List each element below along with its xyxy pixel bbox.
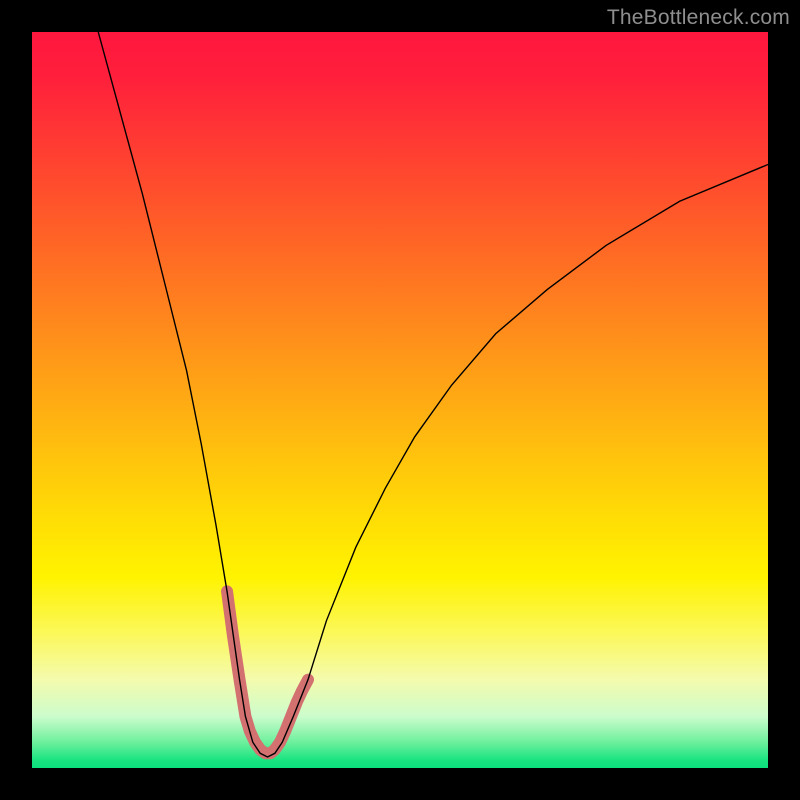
chart-svg (32, 32, 768, 768)
watermark-text: TheBottleneck.com (607, 6, 790, 30)
bottleneck-curve (98, 32, 768, 757)
chart-frame: TheBottleneck.com (0, 0, 800, 800)
plot-area (32, 32, 768, 768)
